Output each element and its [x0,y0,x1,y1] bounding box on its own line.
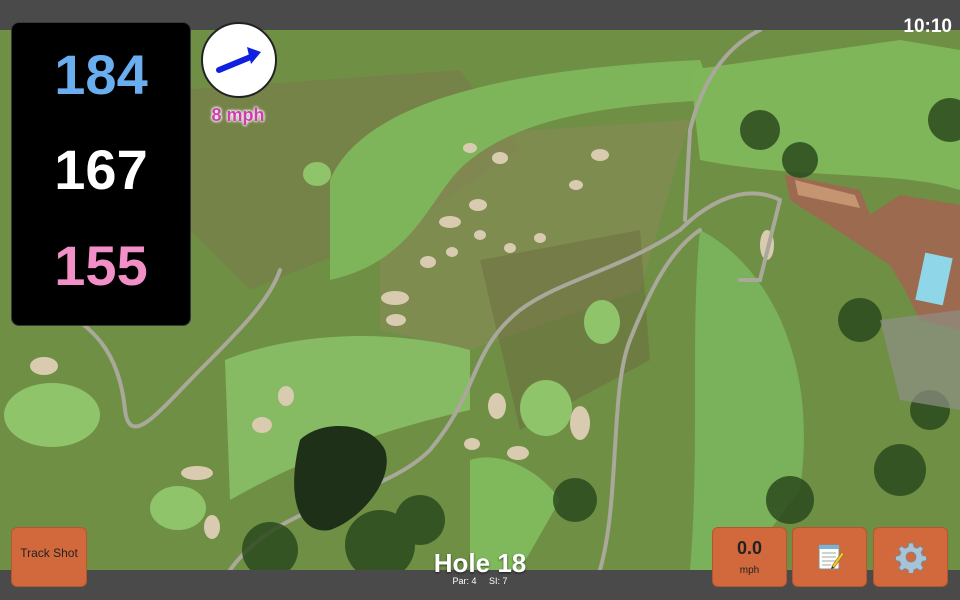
distance-front: 155 [54,234,148,297]
notes-button[interactable] [792,527,867,587]
hole-title: Hole 18 [433,548,527,578]
speed-unit: mph [739,565,760,576]
hole-par: Par: 4 [452,576,477,586]
speed-value: 0.0 [736,538,763,558]
settings-button[interactable] [873,527,948,587]
wind-speed-label: 8 mph [211,105,265,125]
status-clock: 10:10 [903,16,952,37]
distance-center: 167 [54,138,148,201]
track-shot-button[interactable]: Track Shot [11,527,87,587]
notepad-icon [818,544,844,570]
speed-button[interactable]: 0.0 mph [712,527,787,587]
hole-si: SI: 7 [489,576,508,586]
gear-icon [894,542,927,573]
wind-indicator [201,22,277,98]
distance-back: 184 [54,43,148,106]
hole-info: Par: 4 SI: 7 [380,576,580,586]
distance-panel: 184 167 155 [11,22,191,326]
arrow-right-up-icon [216,47,261,73]
